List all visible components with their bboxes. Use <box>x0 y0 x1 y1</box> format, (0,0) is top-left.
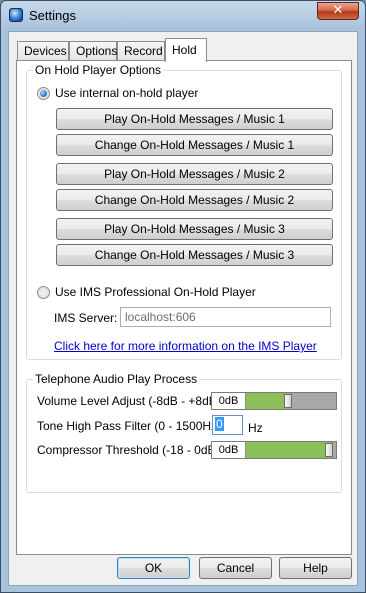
title-bar[interactable]: Settings ✕ <box>1 1 365 31</box>
cancel-button[interactable]: Cancel <box>199 557 272 579</box>
volume-slider[interactable]: 0dB <box>211 392 337 410</box>
ims-player-radio[interactable] <box>37 285 50 299</box>
ok-button[interactable]: OK <box>117 557 190 579</box>
play-music-3-button[interactable]: Play On-Hold Messages / Music 3 <box>56 218 333 240</box>
compressor-label: Compressor Threshold (-18 - 0dB) <box>37 443 220 457</box>
close-button[interactable]: ✕ <box>317 2 359 20</box>
change-music-3-button[interactable]: Change On-Hold Messages / Music 3 <box>56 244 333 266</box>
ims-player-option[interactable]: Use IMS Professional On-Hold Player <box>37 285 256 299</box>
onhold-group: On Hold Player Options Use internal on-h… <box>26 63 342 360</box>
hold-tab-panel: On Hold Player Options Use internal on-h… <box>16 60 352 555</box>
internal-player-label: Use internal on-hold player <box>55 86 199 100</box>
ims-server-input[interactable]: localhost:606 <box>120 307 331 327</box>
compressor-slider-thumb[interactable] <box>325 443 333 457</box>
change-music-1-button[interactable]: Change On-Hold Messages / Music 1 <box>56 134 333 156</box>
volume-slider-thumb[interactable] <box>284 394 292 408</box>
help-button[interactable]: Help <box>279 557 352 579</box>
volume-label: Volume Level Adjust (-8dB - +8dB) <box>37 394 221 408</box>
play-music-1-button[interactable]: Play On-Hold Messages / Music 1 <box>56 108 333 130</box>
app-icon <box>9 8 23 22</box>
settings-window: Settings ✕ Devices Options Record Hold O… <box>0 0 366 593</box>
onhold-group-title: On Hold Player Options <box>33 63 164 77</box>
tab-devices[interactable]: Devices <box>17 41 69 61</box>
ims-info-link[interactable]: Click here for more information on the I… <box>54 339 317 353</box>
change-music-2-button[interactable]: Change On-Hold Messages / Music 2 <box>56 189 333 211</box>
audio-group: Telephone Audio Play Process Volume Leve… <box>26 372 342 493</box>
internal-player-option[interactable]: Use internal on-hold player <box>37 86 198 100</box>
tone-filter-value: 0 <box>215 417 224 431</box>
volume-value: 0dB <box>212 393 246 409</box>
ims-server-label: IMS Server: <box>54 311 118 325</box>
dialog-client: Devices Options Record Hold On Hold Play… <box>8 31 358 586</box>
compressor-slider[interactable]: 0dB <box>211 441 337 459</box>
play-music-2-button[interactable]: Play On-Hold Messages / Music 2 <box>56 163 333 185</box>
internal-player-radio[interactable] <box>37 86 50 100</box>
tone-filter-unit: Hz <box>248 421 263 435</box>
tab-record[interactable]: Record <box>117 41 165 61</box>
compressor-value: 0dB <box>212 442 246 458</box>
tone-filter-label: Tone High Pass Filter (0 - 1500Hz) <box>37 419 222 433</box>
tab-hold[interactable]: Hold <box>165 38 207 62</box>
window-title: Settings <box>29 8 76 23</box>
ims-player-label: Use IMS Professional On-Hold Player <box>55 285 256 299</box>
tab-options[interactable]: Options <box>69 41 117 61</box>
audio-group-title: Telephone Audio Play Process <box>33 372 200 386</box>
tone-filter-input[interactable]: 0 <box>212 415 243 435</box>
